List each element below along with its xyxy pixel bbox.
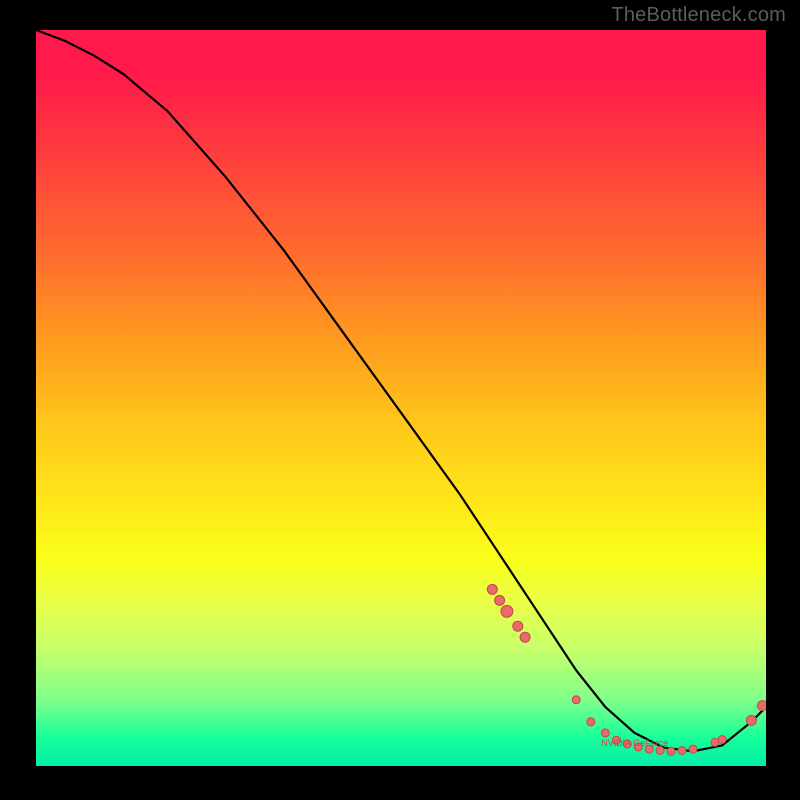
marker-group [487, 584, 766, 755]
data-marker [513, 621, 523, 631]
curve-svg: NVIDIA GeForce [36, 30, 766, 766]
plot-area: NVIDIA GeForce [36, 30, 766, 766]
data-marker [757, 701, 766, 711]
data-marker [495, 595, 505, 605]
bottleneck-curve [36, 30, 766, 751]
data-marker [678, 747, 686, 755]
data-marker [601, 729, 609, 737]
data-marker [520, 632, 530, 642]
data-marker [711, 738, 719, 746]
chart-frame: TheBottleneck.com NVIDIA GeForce [0, 0, 800, 800]
data-marker [587, 718, 595, 726]
data-marker [487, 584, 497, 594]
data-marker [718, 736, 726, 744]
data-marker [572, 696, 580, 704]
watermark-label: TheBottleneck.com [611, 4, 786, 27]
data-marker [667, 747, 675, 755]
series-label: NVIDIA GeForce [601, 738, 668, 748]
data-marker [746, 715, 756, 725]
data-marker [501, 605, 513, 617]
data-marker [689, 745, 697, 753]
